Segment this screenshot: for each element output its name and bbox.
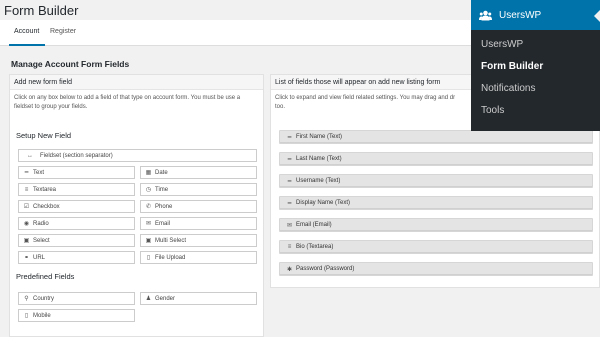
add-url-field-button[interactable]: ⚭ URL (18, 251, 135, 264)
bars-icon: ≡ (24, 186, 29, 193)
file-icon: ▯ (146, 255, 151, 261)
field-type-label: Checkbox (33, 203, 60, 210)
field-type-label: Select (33, 237, 50, 244)
field-type-label: Gender (155, 295, 176, 302)
add-date-field-button[interactable]: ▦ Date (140, 166, 257, 179)
form-field-label: Bio (Textarea) (296, 244, 334, 250)
form-field-label: Display Name (Text) (296, 200, 351, 206)
section-title: Manage Account Form Fields (11, 59, 130, 69)
form-field-label: First Name (Text) (296, 134, 343, 140)
form-field-label: Last Name (Text) (296, 156, 342, 162)
form-field-first-name[interactable]: ━ First Name (Text) (279, 130, 593, 144)
add-file-upload-field-button[interactable]: ▯ File Upload (140, 251, 257, 264)
envelope-icon: ✉ (145, 221, 152, 227)
admin-menu-userswp[interactable]: UsersWP (471, 0, 600, 30)
minus-icon: ━ (287, 178, 292, 185)
add-radio-field-button[interactable]: ◉ Radio (18, 217, 135, 230)
page-title: Form Builder (4, 3, 79, 18)
multiselect-icon: ▣ (145, 238, 152, 244)
add-text-field-button[interactable]: ━ Text (18, 166, 135, 179)
phone-icon: ✆ (145, 204, 152, 210)
add-time-field-button[interactable]: ◷ Time (140, 183, 257, 196)
active-tab-indicator (9, 44, 45, 46)
mobile-icon: ▯ (24, 313, 29, 319)
form-field-label: Email (Email) (296, 222, 332, 228)
submenu-item-userswp[interactable]: UsersWP (481, 39, 523, 50)
map-marker-icon: ⚲ (24, 296, 29, 302)
add-field-description: Click on any box below to add a field of… (14, 95, 241, 110)
field-type-label: Country (33, 295, 55, 302)
calendar-icon: ▦ (145, 170, 152, 176)
submenu-item-notifications[interactable]: Notifications (481, 83, 535, 94)
add-multi-select-field-button[interactable]: ▣ Multi Select (140, 234, 257, 247)
fieldset-button[interactable]: ↔ Fieldset (section separator) (18, 149, 257, 162)
field-type-label: Radio (33, 220, 49, 227)
field-type-label: Date (155, 169, 168, 176)
users-icon (479, 10, 492, 20)
field-type-label: Multi Select (155, 237, 187, 244)
form-field-display-name[interactable]: ━ Display Name (Text) (279, 196, 593, 210)
user-icon: ♟ (145, 296, 152, 302)
add-field-panel-heading: Add new form field (10, 75, 263, 90)
asterisk-icon: ✱ (286, 266, 293, 273)
tab-register[interactable]: Register (50, 28, 76, 35)
field-type-label: Textarea (33, 186, 57, 193)
minus-icon: ━ (287, 134, 292, 141)
form-field-label: Password (Password) (296, 266, 355, 272)
field-type-label: Time (155, 186, 169, 193)
field-type-label: Phone (155, 203, 173, 210)
form-field-email[interactable]: ✉ Email (Email) (279, 218, 593, 232)
fieldset-button-label: Fieldset (section separator) (40, 152, 113, 159)
arrows-h-icon: ↔ (27, 152, 33, 159)
add-phone-field-button[interactable]: ✆ Phone (140, 200, 257, 213)
add-field-panel: Add new form field Click on any box belo… (9, 74, 264, 337)
add-gender-field-button[interactable]: ♟ Gender (140, 292, 257, 305)
minus-icon: ━ (24, 170, 29, 176)
add-select-field-button[interactable]: ▣ Select (18, 234, 135, 247)
field-type-label: File Upload (155, 254, 186, 261)
submenu-item-tools[interactable]: Tools (481, 105, 504, 116)
form-field-last-name[interactable]: ━ Last Name (Text) (279, 152, 593, 166)
clock-icon: ◷ (145, 187, 152, 193)
add-mobile-field-button[interactable]: ▯ Mobile (18, 309, 135, 322)
field-type-label: Mobile (33, 312, 51, 319)
radio-icon: ◉ (23, 221, 30, 227)
form-field-bio[interactable]: ≡ Bio (Textarea) (279, 240, 593, 254)
predefined-fields-heading: Predefined Fields (16, 272, 75, 281)
form-field-password[interactable]: ✱ Password (Password) (279, 262, 593, 276)
field-type-label: Email (155, 220, 171, 227)
link-icon: ⚭ (23, 255, 30, 261)
admin-flyout-menu: UsersWP UsersWP Form Builder Notificatio… (471, 0, 600, 131)
form-field-label: Username (Text) (296, 178, 341, 184)
add-checkbox-field-button[interactable]: ☑ Checkbox (18, 200, 135, 213)
minus-icon: ━ (287, 200, 292, 207)
checkbox-icon: ☑ (23, 204, 30, 210)
minus-icon: ━ (287, 156, 292, 163)
add-textarea-field-button[interactable]: ≡ Textarea (18, 183, 135, 196)
field-type-label: Text (33, 169, 45, 176)
select-icon: ▣ (23, 238, 30, 244)
bars-icon: ≡ (287, 244, 292, 250)
envelope-icon: ✉ (286, 222, 293, 229)
add-email-field-button[interactable]: ✉ Email (140, 217, 257, 230)
add-country-field-button[interactable]: ⚲ Country (18, 292, 135, 305)
current-menu-arrow (594, 10, 600, 22)
field-type-label: URL (33, 254, 46, 261)
admin-menu-title: UsersWP (499, 9, 542, 21)
submenu-item-form-builder[interactable]: Form Builder (481, 61, 543, 72)
form-field-username[interactable]: ━ Username (Text) (279, 174, 593, 188)
tab-account[interactable]: Account (14, 28, 39, 35)
setup-field-heading: Setup New Field (16, 131, 72, 140)
